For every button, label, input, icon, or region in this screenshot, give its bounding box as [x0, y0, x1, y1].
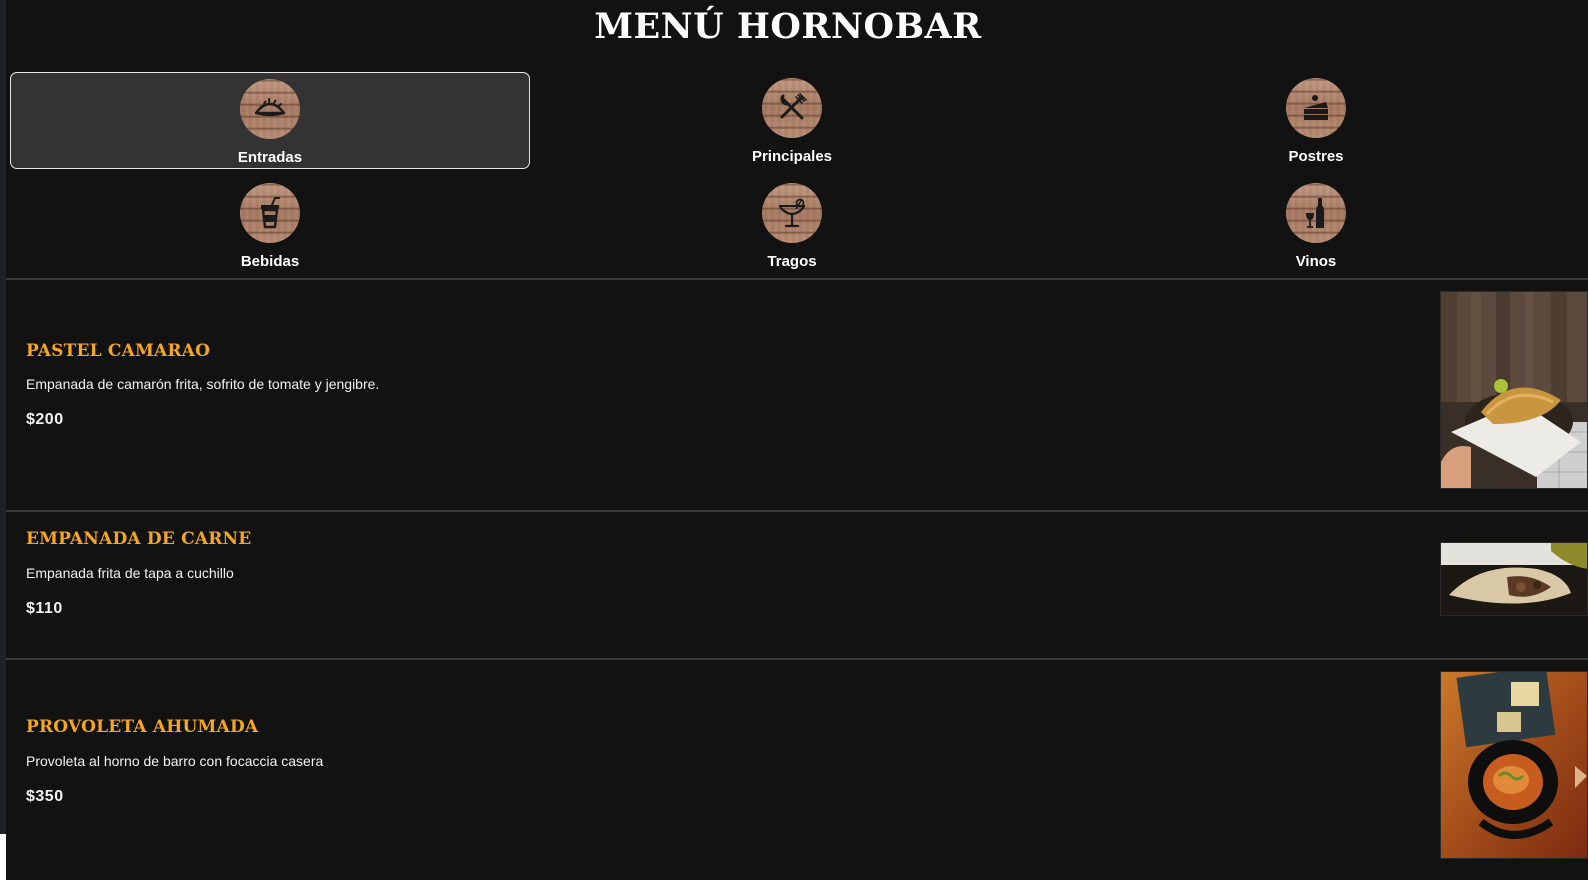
item-price: $350 [26, 788, 64, 805]
item-name: PASTEL CAMARAO [26, 341, 211, 361]
category-principales[interactable]: Principales [532, 72, 1052, 169]
menu-item-pastel-camarao[interactable]: PASTEL CAMARAO Empanada de camarón frita… [6, 280, 1588, 510]
cocktail-glass-icon [779, 198, 805, 228]
category-label: Entradas [237, 149, 303, 166]
category-label: Principales [751, 148, 833, 165]
category-bebidas[interactable]: Bebidas [10, 177, 530, 274]
item-price: $110 [26, 600, 63, 617]
category-icon-badge [762, 183, 822, 243]
menu-item-empanada-de-carne[interactable]: EMPANADA DE CARNE Empanada frita de tapa… [6, 512, 1588, 658]
item-description: Empanada frita de tapa a cuchillo [26, 565, 234, 581]
cake-slice-icon [1304, 95, 1328, 120]
category-tragos[interactable]: Tragos [532, 177, 1052, 274]
category-grid: Entradas Principales Postres Bebidas Tra… [4, 72, 1582, 278]
category-icon-badge [240, 79, 300, 139]
page-title: MENÚ HORNOBAR [594, 6, 982, 47]
category-icon-badge [240, 183, 300, 243]
item-name: PROVOLETA AHUMADA [26, 717, 259, 737]
item-name: EMPANADA DE CARNE [26, 529, 252, 549]
category-label: Vinos [1295, 253, 1337, 270]
category-icon-badge [1286, 183, 1346, 243]
item-price: $200 [26, 411, 64, 428]
category-icon-badge [1286, 78, 1346, 138]
fork-knife-icon [780, 93, 807, 120]
item-photo [1440, 542, 1588, 616]
category-label: Postres [1288, 148, 1344, 165]
category-postres[interactable]: Postres [1056, 72, 1576, 169]
category-icon-badge [762, 78, 822, 138]
category-entradas[interactable]: Entradas [10, 72, 530, 169]
category-vinos[interactable]: Vinos [1056, 177, 1576, 274]
item-photo [1440, 291, 1588, 489]
item-description: Empanada de camarón frita, sofrito de to… [26, 376, 380, 392]
soda-cup-icon [261, 197, 280, 229]
menu-item-provoleta-ahumada[interactable]: PROVOLETA AHUMADA Provoleta al horno de … [6, 660, 1588, 880]
category-label: Bebidas [240, 253, 300, 270]
category-label: Tragos [767, 253, 817, 270]
wine-bottle-icon [1306, 198, 1324, 228]
item-photo [1440, 671, 1588, 859]
item-description: Provoleta al horno de barro con focaccia… [26, 753, 324, 769]
empanada-icon [254, 98, 286, 117]
